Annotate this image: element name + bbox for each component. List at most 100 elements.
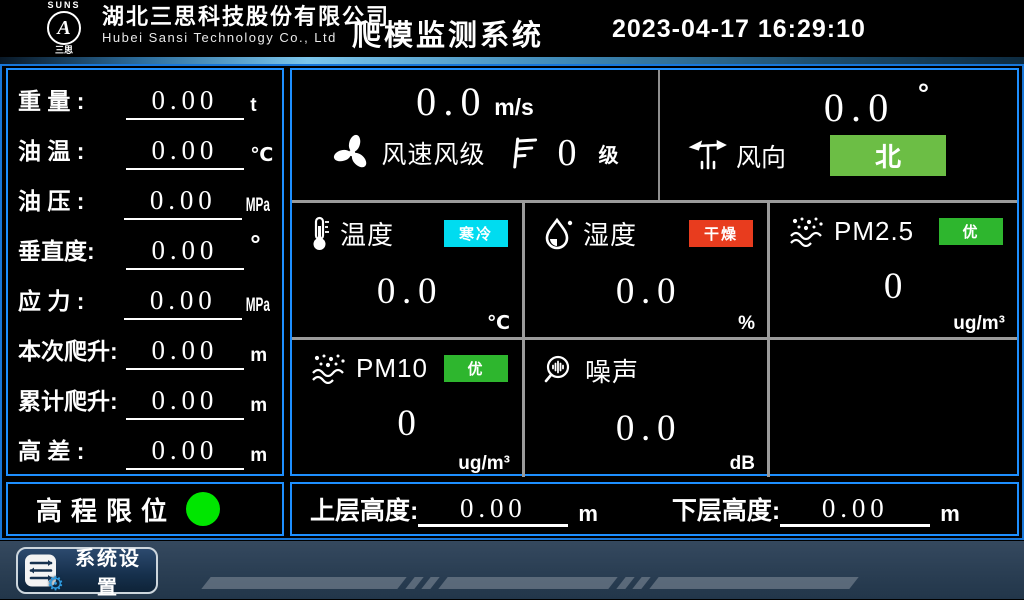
- lower-height-value: 0.00: [780, 493, 930, 527]
- sensor-cell-pm25: PM2.5 优 0 ug/m³: [770, 203, 1017, 340]
- header-divider-bar: [0, 57, 1024, 64]
- measurement-row-current-climb: 本次爬升: 0.00 m: [12, 324, 278, 370]
- status-badge-cold: 寒冷: [444, 220, 508, 247]
- sensor-value: 0.0: [310, 270, 510, 313]
- sensor-value: 0.0: [543, 270, 755, 313]
- status-indicator-green: [186, 492, 220, 526]
- measurement-label: 累计爬升:: [12, 383, 126, 420]
- decorative-stripe: [438, 577, 617, 589]
- decorative-stripe: [632, 577, 650, 589]
- measurement-value: 0.00: [126, 134, 245, 170]
- wind-level-value: 0: [558, 131, 577, 175]
- decorative-stripe: [421, 577, 439, 589]
- wind-speed-label: 风速风级: [381, 135, 485, 171]
- sensor-value: 0.0: [543, 407, 755, 450]
- measurement-label: 重 量 :: [12, 83, 126, 120]
- sensor-name: 噪声: [585, 352, 639, 389]
- measurement-label: 油 温 :: [12, 133, 126, 170]
- measurement-label: 垂直度:: [12, 233, 126, 270]
- measurement-value: 0.00: [124, 184, 242, 220]
- elevation-limit-box: 高程限位: [6, 482, 284, 536]
- wind-direction-value: 0.0: [824, 85, 896, 130]
- logo-bottom-text: 三思: [32, 46, 96, 55]
- measurement-label: 高 差 :: [12, 433, 126, 470]
- wind-speed-cell: 0.0 m/s 风速风级: [292, 70, 660, 200]
- measurement-label: 油 压 :: [12, 183, 124, 220]
- noise-meter-icon: [543, 354, 577, 388]
- system-settings-button[interactable]: ⚙ 系统设置: [16, 547, 158, 594]
- sensor-name: PM10: [356, 353, 428, 384]
- measurement-row-height-diff: 高 差 : 0.00 m: [12, 424, 278, 470]
- fan-icon: [331, 132, 373, 174]
- measurement-row-weight: 重 量 : 0.00 t: [12, 74, 278, 120]
- sensor-unit: ug/m³: [458, 453, 510, 475]
- company-logo: SUNS A 三思: [32, 1, 96, 55]
- sensor-unit: ug/m³: [953, 313, 1005, 335]
- measurement-unit: MPa: [242, 292, 264, 321]
- measurement-unit: m: [244, 342, 278, 371]
- wind-level-unit: 级: [599, 139, 619, 168]
- measurement-value: 0.00: [126, 84, 245, 120]
- layer-heights-box: 上层高度: 0.00 m 下层高度: 0.00 m: [290, 482, 1019, 536]
- thermometer-icon: [310, 216, 332, 252]
- measurement-unit: ℃: [244, 142, 278, 171]
- decorative-stripe: [201, 577, 406, 589]
- sensor-unit: %: [738, 313, 755, 335]
- footer-bar: ⚙ 系统设置: [0, 541, 1024, 599]
- dust-icon: [310, 352, 348, 384]
- status-badge-good: 优: [444, 355, 508, 382]
- measurement-row-stress: 应 力 : 0.00 MPa: [12, 274, 278, 320]
- environment-panel: 0.0 m/s 风速风级: [290, 68, 1019, 476]
- elevation-limit-label: 高程限位: [36, 491, 176, 528]
- measurement-label: 应 力 :: [12, 283, 124, 320]
- wind-direction-compass-button[interactable]: 北: [830, 135, 946, 176]
- company-name-cn: 湖北三思科技股份有限公司: [102, 4, 390, 30]
- settings-button-label: 系统设置: [66, 542, 150, 600]
- sensor-name: PM2.5: [834, 216, 914, 247]
- decorative-stripe: [616, 577, 634, 589]
- upper-height-group: 上层高度: 0.00 m: [310, 491, 598, 527]
- upper-height-unit: m: [578, 501, 598, 527]
- lower-height-label: 下层高度:: [672, 491, 780, 527]
- measurement-unit: m: [244, 392, 278, 421]
- upper-height-label: 上层高度:: [310, 491, 418, 527]
- measurement-value: 0.00: [126, 384, 245, 420]
- page-title: 爬模监测系统: [352, 12, 544, 54]
- wind-speed-value: 0.0: [416, 79, 488, 124]
- status-badge-good: 优: [939, 218, 1003, 245]
- status-badge-dry: 干燥: [689, 220, 753, 247]
- measurement-row-oil-temp: 油 温 : 0.00 ℃: [12, 124, 278, 170]
- lower-height-unit: m: [940, 501, 960, 527]
- wind-direction-label: 风向: [736, 138, 786, 174]
- sensor-cell-pm10: PM10 优 0 ug/m³: [292, 340, 525, 477]
- sensor-unit: ℃: [487, 312, 510, 335]
- wind-vane-icon: [688, 138, 728, 174]
- measurement-unit: MPa: [242, 192, 264, 221]
- decorative-stripe: [405, 577, 423, 589]
- measurement-unit: t: [244, 92, 278, 121]
- measurement-row-total-climb: 累计爬升: 0.00 m: [12, 374, 278, 420]
- measurement-label: 本次爬升:: [12, 333, 126, 370]
- sensor-cell-empty: [770, 340, 1017, 477]
- decorative-stripe: [649, 577, 858, 589]
- lower-height-group: 下层高度: 0.00 m: [672, 491, 960, 527]
- wind-level-flag-icon: [510, 136, 540, 170]
- sensor-value: 0: [310, 402, 510, 445]
- sensor-cell-temperature: 温度 寒冷 0.0 ℃: [292, 203, 525, 340]
- measurement-unit: m: [244, 442, 278, 471]
- wind-direction-unit: °: [918, 78, 929, 109]
- sensor-name: 温度: [340, 215, 394, 252]
- measurement-value: 0.00: [126, 234, 245, 270]
- sensor-unit: dB: [730, 453, 755, 475]
- wind-direction-cell: 0.0 ° 风向: [660, 70, 1017, 200]
- sensor-cell-humidity: 湿度 干燥 0.0 %: [525, 203, 770, 340]
- droplet-icon: [543, 217, 575, 251]
- measurement-row-verticality: 垂直度: 0.00 °: [12, 224, 278, 270]
- company-name-en: Hubei Sansi Technology Co., Ltd: [102, 30, 390, 46]
- logo-circle-icon: A: [47, 11, 81, 45]
- measurement-value: 0.00: [124, 284, 242, 320]
- datetime-display: 2023-04-17 16:29:10: [612, 15, 866, 44]
- sensor-name: 湿度: [583, 215, 637, 252]
- gear-icon: ⚙: [47, 573, 64, 595]
- measurement-row-oil-pressure: 油 压 : 0.00 MPa: [12, 174, 278, 220]
